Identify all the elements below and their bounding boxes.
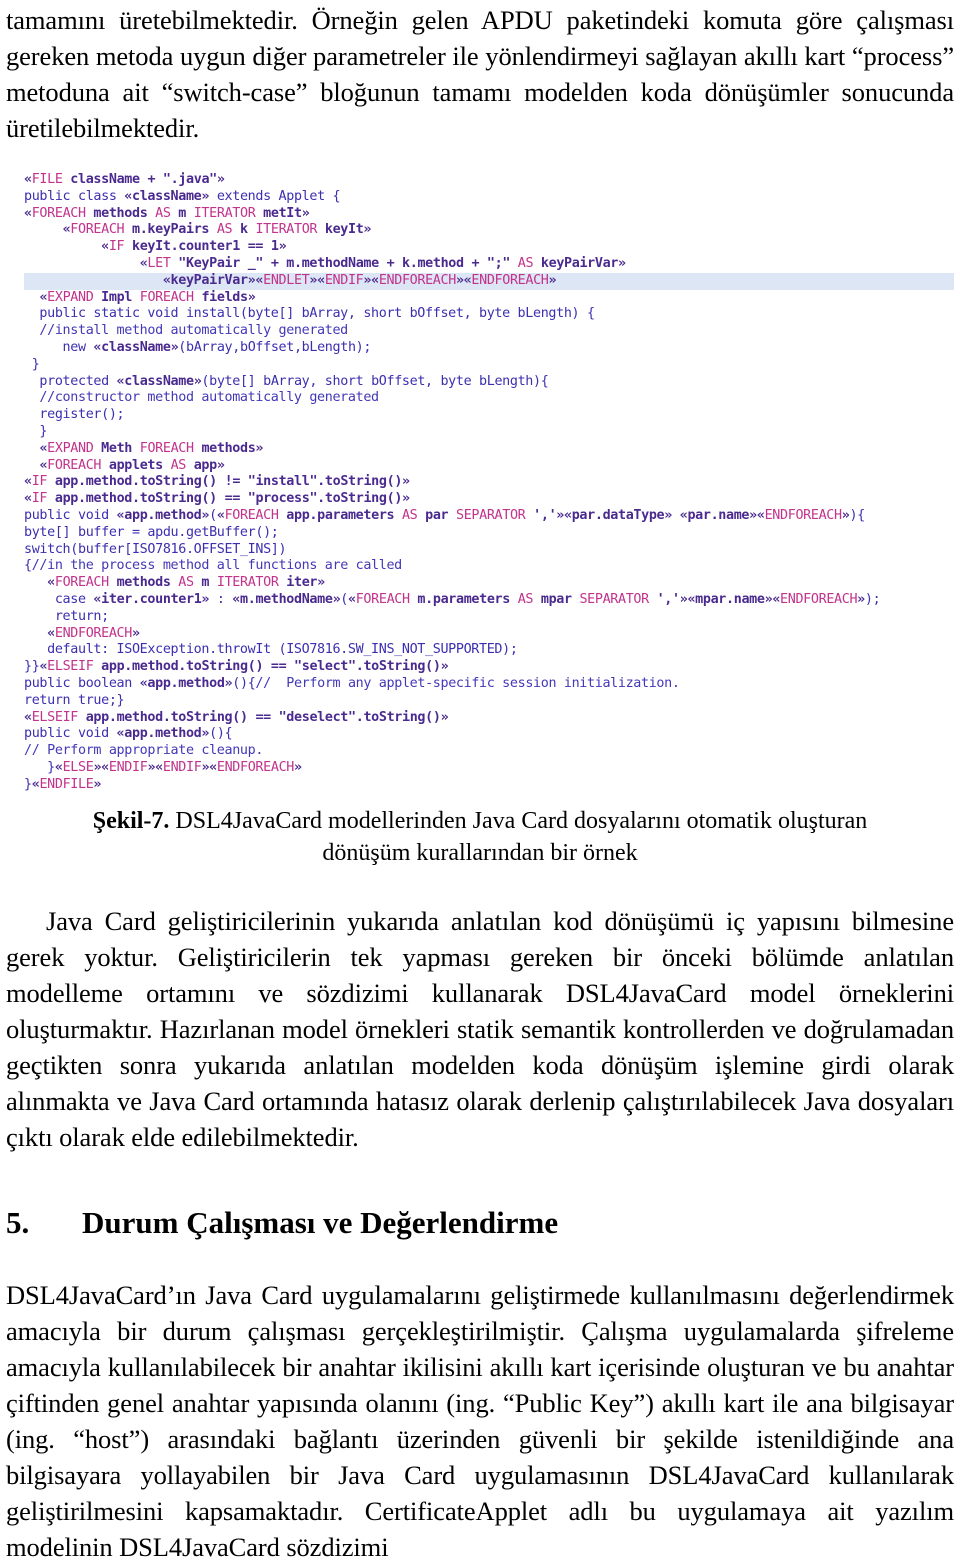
code-line: register(); (24, 407, 125, 423)
code-line: byte[] buffer = apdu.getBuffer(); (24, 524, 279, 540)
code-line: «FILE className + ".java"» (24, 172, 225, 187)
figure-label: Şekil-7. (92, 808, 170, 835)
code-line: return true;} (24, 692, 125, 708)
code-line: }«ENDFILE» (24, 776, 102, 792)
code-line: «FOREACH methods AS m ITERATOR iter» (47, 575, 325, 591)
code-line: //constructor method automatically gener… (24, 390, 379, 406)
code-line: public void «app.method»(«FOREACH app.pa… (24, 507, 865, 523)
code-line: return; (24, 608, 109, 624)
code-line: «IF app.method.toString() == "process".t… (24, 491, 410, 507)
code-line: public static void install(byte[] bArray… (24, 306, 595, 322)
code-line: «FOREACH m.keyPairs AS k ITERATOR keyIt» (62, 222, 372, 238)
code-line: «IF keyIt.counter1 == 1» (101, 239, 287, 255)
paragraph-intro: tamamını üretebilmektedir. Örneğin gelen… (6, 5, 954, 143)
code-line: «IF app.method.toString() != "install".t… (24, 474, 410, 490)
code-line: {//in the process method all functions a… (24, 558, 402, 574)
figure-caption: Şekil-7. DSL4JavaCard modellerinden Java… (6, 805, 954, 869)
code-line: new «className»(bArray,bOffset,bLength); (24, 339, 372, 355)
code-line: «EXPAND Meth FOREACH methods» (39, 440, 264, 456)
code-line: //install method automatically generated (24, 323, 348, 339)
section-heading-5: 5. Durum Çalışması ve Değerlendirme (6, 1203, 954, 1243)
section-title: Durum Çalışması ve Değerlendirme (82, 1205, 559, 1241)
code-listing: «FILE className + ".java"» public class «… (24, 168, 954, 795)
code-line: «EXPAND Impl FOREACH fields» (39, 289, 256, 305)
code-line: switch(buffer[ISO7816.OFFSET_INS]) (24, 541, 287, 557)
code-line: public class «className» extends Applet … (24, 188, 341, 204)
code-line: «keyPairVar»«ENDLET»«ENDIF»«ENDFOREACH»«… (24, 272, 954, 290)
code-line: } (24, 356, 40, 372)
paragraph-after-figure-text: Java Card geliştiricilerinin yukarıda an… (6, 906, 954, 1153)
code-line: «FOREACH applets AS app» (39, 457, 225, 473)
section-number: 5. (6, 1205, 30, 1241)
document-page: tamamını üretebilmektedir. Örneğin gelen… (0, 0, 960, 1565)
code-line: «ENDFOREACH» (47, 625, 140, 641)
code-line: «FOREACH methods AS m ITERATOR metIt» (24, 205, 310, 221)
code-line: public boolean «app.method»(){// Perform… (24, 675, 680, 691)
code-line: // Perform appropriate cleanup. (24, 743, 264, 759)
figure-caption-text: DSL4JavaCard modellerinden Java Card dos… (169, 808, 868, 867)
code-line: «ELSEIF app.method.toString() == "desele… (24, 709, 449, 725)
code-line: protected «className»(byte[] bArray, sho… (24, 373, 549, 389)
code-line: default: ISOException.throwIt (ISO7816.S… (24, 642, 518, 658)
code-line: case «iter.counter1» : «m.methodName»(«F… (24, 591, 881, 607)
code-line: }}«ELSEIF app.method.toString() == "sele… (24, 659, 449, 675)
code-line: public void «app.method»(){ (24, 726, 233, 742)
code-line: }«ELSE»«ENDIF»«ENDIF»«ENDFOREACH» (24, 759, 302, 775)
figure-code-block: «FILE className + ".java"» public class «… (6, 168, 954, 795)
paragraph-case-study: DSL4JavaCard’ın Java Card uygulamalarını… (6, 1280, 954, 1563)
code-line: «LET "KeyPair _" + m.methodName + k.meth… (139, 255, 626, 271)
code-line: } (24, 423, 48, 439)
paragraph-after-figure: Java Card geliştiricilerinin yukarıda an… (6, 903, 954, 1155)
